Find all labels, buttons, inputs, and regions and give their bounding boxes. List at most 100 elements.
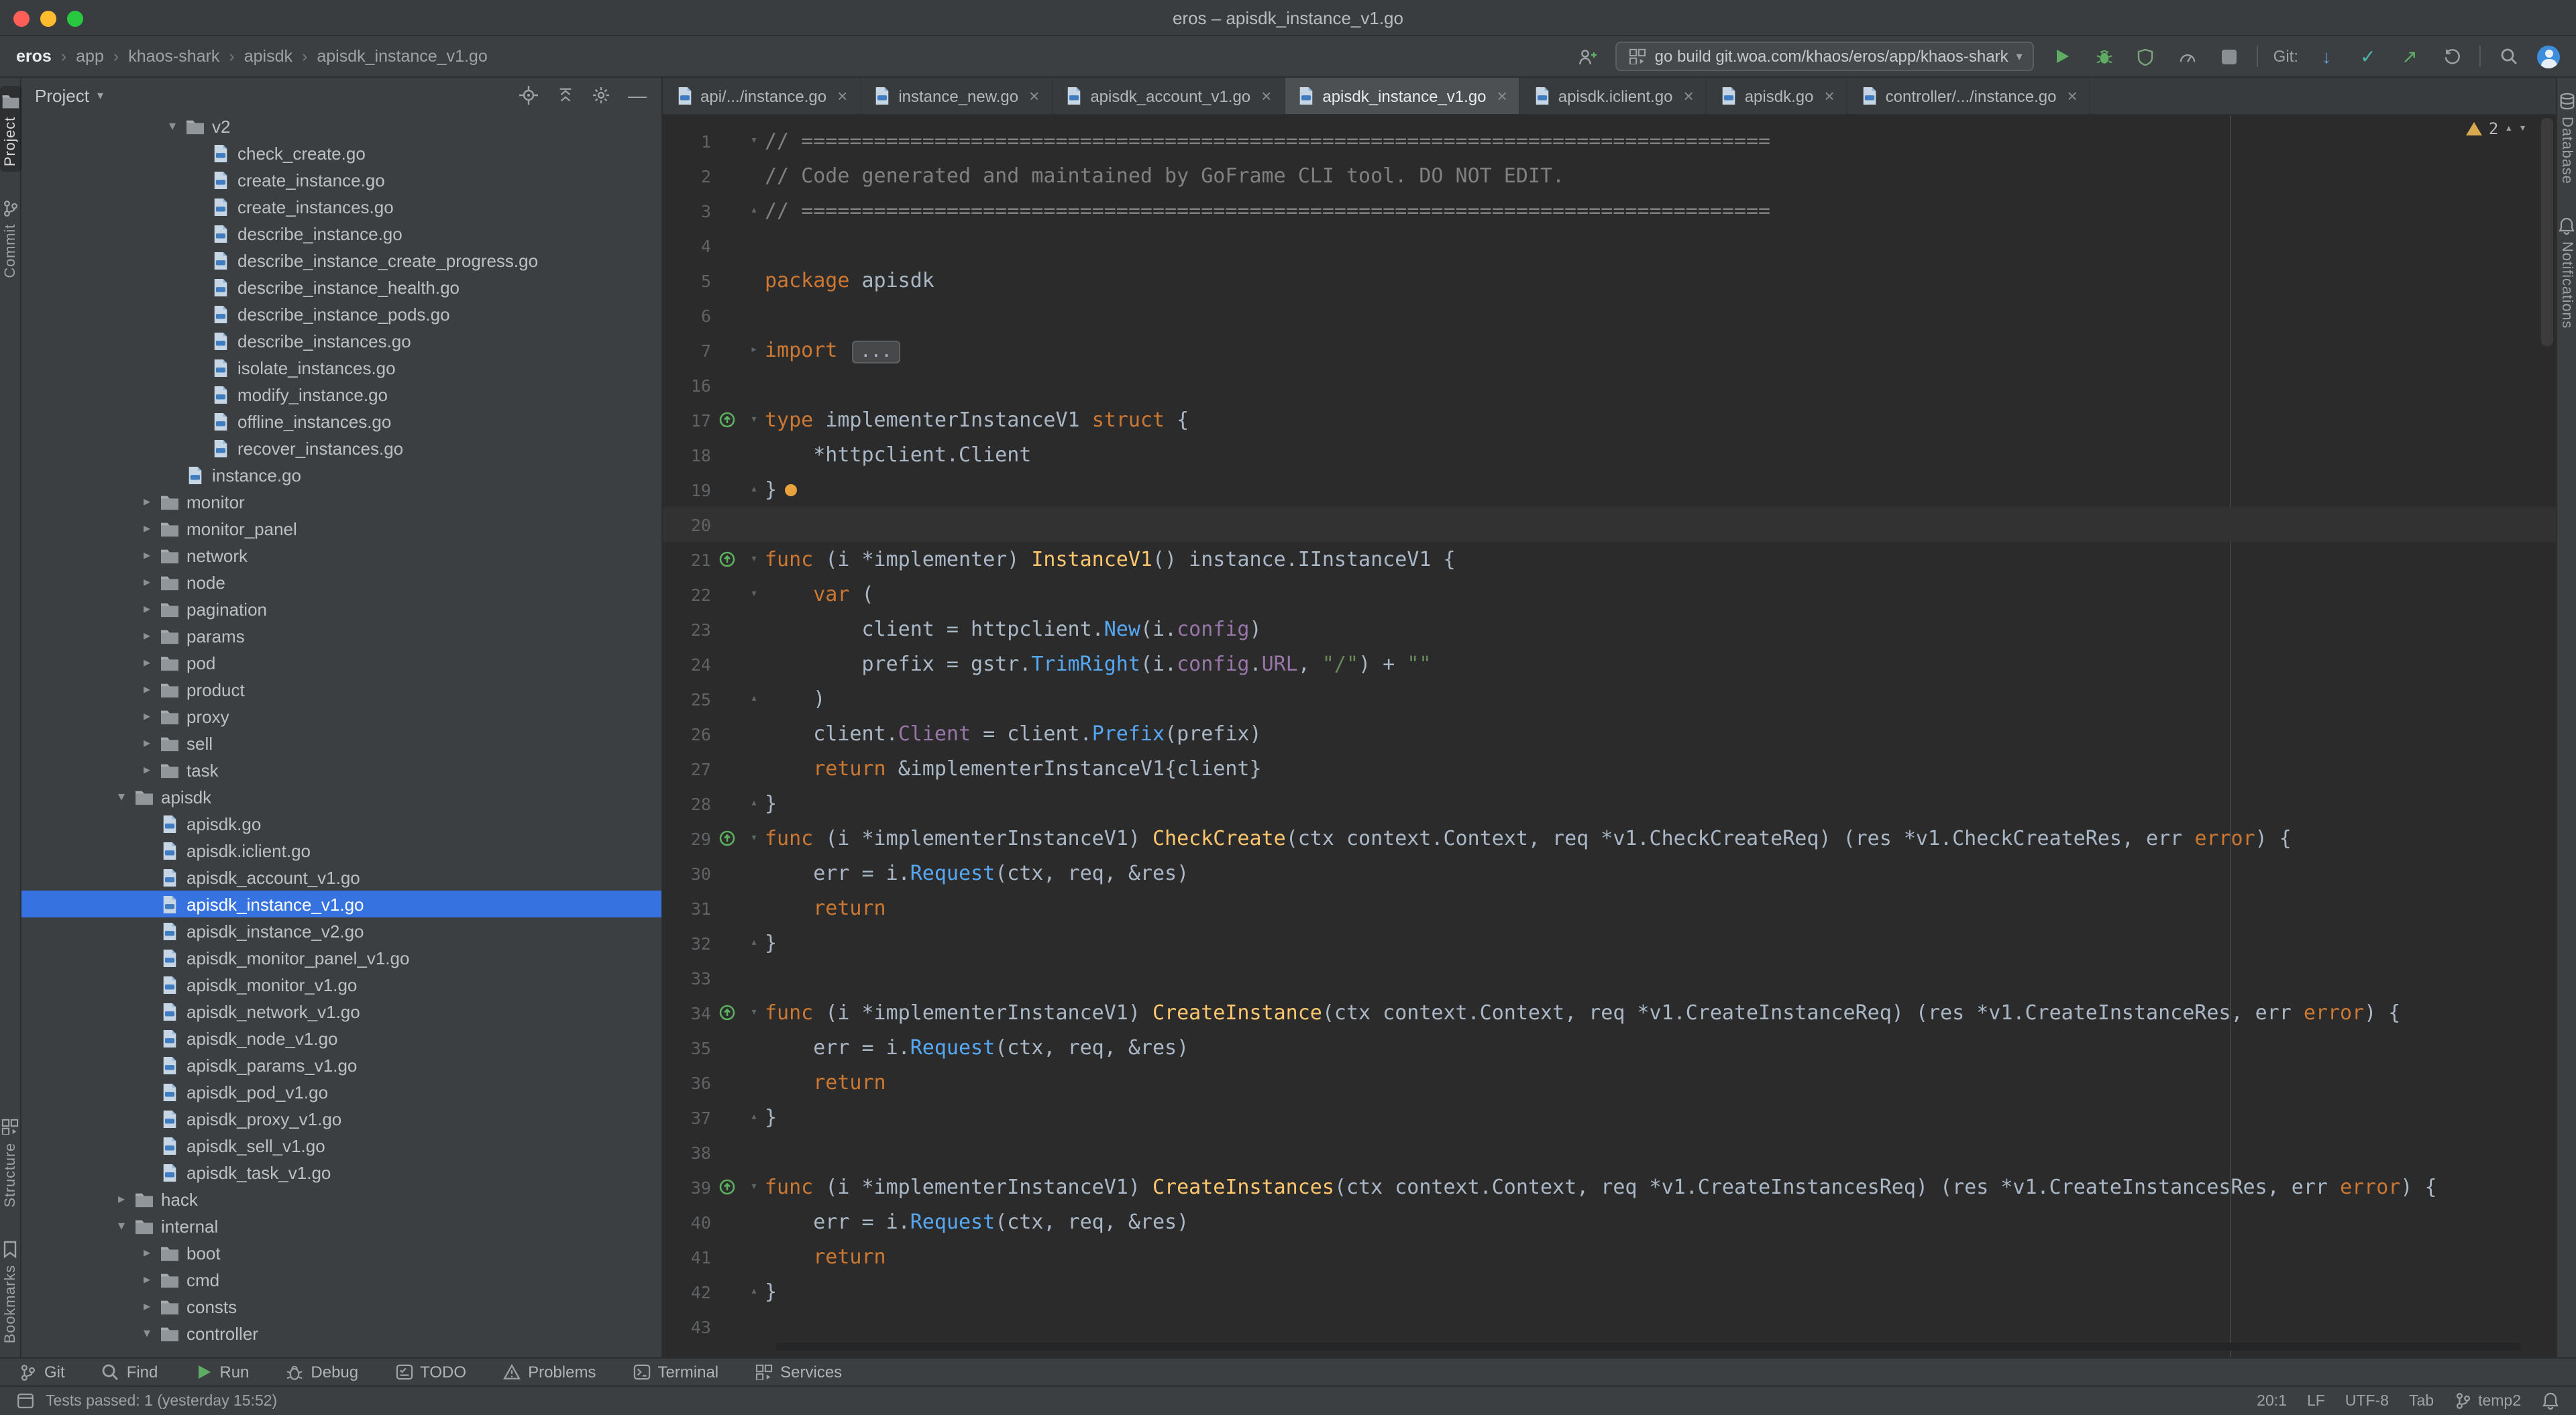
editor-tab[interactable]: apisdk_account_v1.go× bbox=[1053, 78, 1285, 114]
tree-chevron-icon[interactable]: ▸ bbox=[137, 521, 157, 536]
tree-item[interactable]: apisdk_node_v1.go bbox=[21, 1025, 661, 1052]
implements-icon[interactable] bbox=[711, 551, 743, 567]
code-line[interactable]: 41 return bbox=[663, 1239, 2556, 1274]
horizontal-scrollbar[interactable] bbox=[775, 1343, 2521, 1351]
fold-icon[interactable]: ▴ bbox=[743, 797, 765, 810]
code-line[interactable]: 39▾func (i *implementerInstanceV1) Creat… bbox=[663, 1170, 2556, 1204]
code-line[interactable]: 6 bbox=[663, 298, 2556, 333]
tree-item[interactable]: describe_instance_health.go bbox=[21, 274, 661, 300]
tab-close-icon[interactable]: × bbox=[1824, 86, 1834, 106]
close-window-button[interactable] bbox=[13, 11, 30, 27]
toolwindow-button-debug[interactable]: Debug bbox=[285, 1363, 358, 1381]
toolwindow-button-todo[interactable]: TODO bbox=[394, 1363, 466, 1381]
tree-chevron-icon[interactable]: ▸ bbox=[137, 736, 157, 750]
zoom-window-button[interactable] bbox=[67, 11, 83, 27]
tree-item[interactable]: create_instance.go bbox=[21, 166, 661, 193]
vertical-scrollbar[interactable] bbox=[2541, 118, 2553, 346]
code-line[interactable]: 36 return bbox=[663, 1065, 2556, 1100]
file-encoding[interactable]: UTF-8 bbox=[2345, 1393, 2389, 1409]
panel-settings-button[interactable] bbox=[590, 84, 612, 106]
tree-item[interactable]: apisdk_account_v1.go bbox=[21, 864, 661, 891]
toolwindow-button-terminal[interactable]: Terminal bbox=[632, 1363, 718, 1381]
tree-item[interactable]: apisdk_proxy_v1.go bbox=[21, 1105, 661, 1132]
user-avatar[interactable] bbox=[2537, 45, 2560, 68]
tree-chevron-icon[interactable]: ▸ bbox=[137, 1299, 157, 1314]
code-line[interactable]: 25▴ ) bbox=[663, 681, 2556, 716]
tree-item[interactable]: modify_instance.go bbox=[21, 381, 661, 408]
fold-icon[interactable]: ▾ bbox=[743, 413, 765, 427]
tree-item[interactable]: ▸consts bbox=[21, 1293, 661, 1320]
tree-item[interactable]: apisdk_monitor_panel_v1.go bbox=[21, 944, 661, 971]
code-line[interactable]: 22▾ var ( bbox=[663, 577, 2556, 612]
next-problem-icon[interactable]: ▾ bbox=[2519, 122, 2526, 135]
coverage-button[interactable] bbox=[2133, 43, 2159, 70]
code-line[interactable]: 2// Code generated and maintained by GoF… bbox=[663, 158, 2556, 193]
breadcrumb-item[interactable]: app bbox=[76, 47, 104, 66]
tree-item[interactable]: ▸proxy bbox=[21, 703, 661, 730]
code-editor[interactable]: 1▾// ===================================… bbox=[663, 115, 2556, 1357]
tree-item[interactable]: ▸network bbox=[21, 542, 661, 569]
inspections-widget[interactable]: 2 ▴ ▾ bbox=[2466, 119, 2526, 138]
run-configuration-select[interactable]: go build git.woa.com/khaos/eros/app/khao… bbox=[1616, 42, 2035, 71]
tree-item[interactable]: apisdk.iclient.go bbox=[21, 837, 661, 864]
code-line[interactable]: 40 err = i.Request(ctx, req, &res) bbox=[663, 1204, 2556, 1239]
tree-chevron-icon[interactable]: ▸ bbox=[137, 709, 157, 724]
tree-item[interactable]: create_instances.go bbox=[21, 193, 661, 220]
breadcrumb-item[interactable]: apisdk_instance_v1.go bbox=[317, 47, 487, 66]
tree-item[interactable]: describe_instance_pods.go bbox=[21, 300, 661, 327]
tree-item[interactable]: apisdk_task_v1.go bbox=[21, 1159, 661, 1186]
implements-icon[interactable] bbox=[711, 830, 743, 846]
editor-tab[interactable]: controller/.../instance.go× bbox=[1848, 78, 2091, 114]
commit-button[interactable]: ✓ bbox=[2355, 43, 2381, 70]
editor-tab[interactable]: api/.../instance.go× bbox=[663, 78, 861, 114]
fold-icon[interactable]: ▾ bbox=[743, 587, 765, 601]
minimize-window-button[interactable] bbox=[40, 11, 56, 27]
project-panel-title[interactable]: Project bbox=[35, 85, 89, 105]
code-line[interactable]: 21▾func (i *implementer) InstanceV1() in… bbox=[663, 542, 2556, 577]
tree-chevron-icon[interactable]: ▸ bbox=[137, 1272, 157, 1287]
fold-icon[interactable]: ▸ bbox=[743, 343, 765, 357]
tree-item[interactable]: ▸monitor_panel bbox=[21, 515, 661, 542]
editor-tab[interactable]: apisdk_instance_v1.go× bbox=[1285, 78, 1520, 114]
code-line[interactable]: 30 err = i.Request(ctx, req, &res) bbox=[663, 856, 2556, 891]
tree-item[interactable]: isolate_instances.go bbox=[21, 354, 661, 381]
tree-item[interactable]: apisdk_monitor_v1.go bbox=[21, 971, 661, 998]
toolwindow-button-project[interactable]: Project bbox=[0, 86, 21, 172]
indent-style[interactable]: Tab bbox=[2409, 1393, 2434, 1409]
update-project-button[interactable]: ↓ bbox=[2313, 43, 2340, 70]
tree-item[interactable]: apisdk_instance_v2.go bbox=[21, 917, 661, 944]
fold-icon[interactable]: ▾ bbox=[743, 553, 765, 566]
editor-tab[interactable]: apisdk.iclient.go× bbox=[1521, 78, 1707, 114]
tab-close-icon[interactable]: × bbox=[1261, 86, 1271, 106]
code-line[interactable]: 29▾func (i *implementerInstanceV1) Check… bbox=[663, 821, 2556, 856]
history-button[interactable] bbox=[2438, 43, 2465, 70]
code-line[interactable]: 1▾// ===================================… bbox=[663, 123, 2556, 158]
profile-icon[interactable] bbox=[1574, 43, 1601, 70]
toolwindow-button-structure[interactable]: Structure bbox=[0, 1112, 21, 1212]
breadcrumb-item[interactable]: eros bbox=[16, 47, 52, 66]
tab-close-icon[interactable]: × bbox=[1497, 86, 1507, 106]
code-line[interactable]: 4 bbox=[663, 228, 2556, 263]
profiler-button[interactable] bbox=[2174, 43, 2201, 70]
tree-item[interactable]: apisdk_pod_v1.go bbox=[21, 1078, 661, 1105]
tree-chevron-icon[interactable]: ▾ bbox=[111, 789, 131, 804]
tree-item[interactable]: ▸monitor bbox=[21, 488, 661, 515]
toolwindow-button-bookmarks[interactable]: Bookmarks bbox=[0, 1235, 21, 1349]
fold-icon[interactable]: ▾ bbox=[743, 134, 765, 148]
line-separator[interactable]: LF bbox=[2307, 1393, 2325, 1409]
tab-close-icon[interactable]: × bbox=[1029, 86, 1039, 106]
code-line[interactable]: 26 client.Client = client.Prefix(prefix) bbox=[663, 716, 2556, 751]
notifications-icon[interactable] bbox=[2541, 1392, 2560, 1410]
tab-close-icon[interactable]: × bbox=[1684, 86, 1694, 106]
implements-icon[interactable] bbox=[711, 412, 743, 428]
implements-icon[interactable] bbox=[711, 1179, 743, 1195]
push-button[interactable]: ↗ bbox=[2396, 43, 2423, 70]
tree-item[interactable]: ▾internal bbox=[21, 1212, 661, 1239]
status-icon[interactable] bbox=[16, 1392, 35, 1410]
git-branch-widget[interactable]: temp2 bbox=[2454, 1392, 2521, 1410]
run-button[interactable] bbox=[2049, 43, 2076, 70]
code-line[interactable]: 42▴} bbox=[663, 1274, 2556, 1309]
fold-icon[interactable]: ▴ bbox=[743, 692, 765, 705]
code-line[interactable]: 33 bbox=[663, 960, 2556, 995]
toolwindow-button-services[interactable]: Services bbox=[755, 1363, 842, 1381]
